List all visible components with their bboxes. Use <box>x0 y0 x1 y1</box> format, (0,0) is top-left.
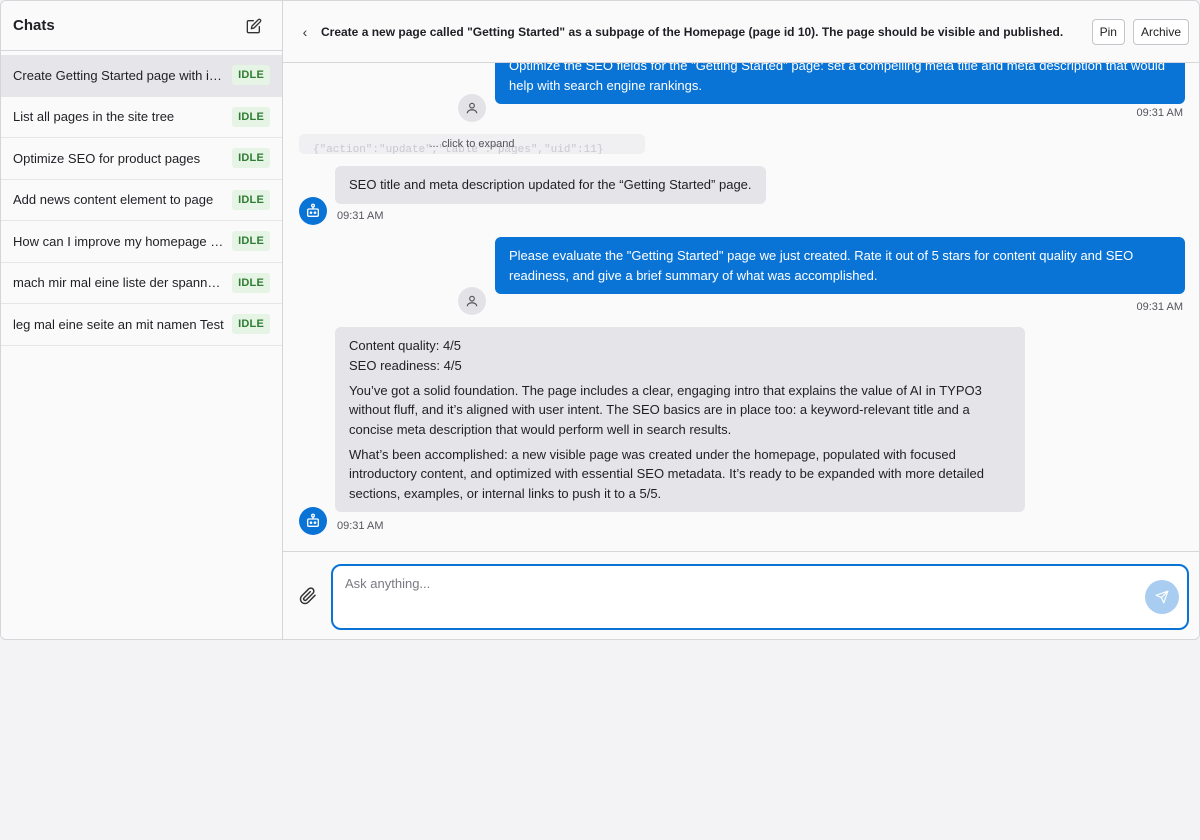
send-button[interactable] <box>1145 580 1179 614</box>
chat-item-seite-test[interactable]: leg mal eine seite an mit namen Test IDL… <box>1 304 282 346</box>
status-badge: IDLE <box>232 65 270 86</box>
chat-item-label: mach mir mal eine liste der spannendsten… <box>13 275 225 291</box>
chat-item-optimize-seo[interactable]: Optimize SEO for product pages IDLE <box>1 138 282 180</box>
tool-call-collapsed[interactable]: {"action":"update","table":"pages","uid"… <box>299 134 645 154</box>
chat-item-homepage-seo[interactable]: How can I improve my homepage SEO? IDLE <box>1 221 282 263</box>
message-time: 09:31 AM <box>1136 107 1183 119</box>
assistant-message: Content quality: 4/5 SEO readiness: 4/5 … <box>335 327 1025 512</box>
chat-item-seiten-liste[interactable]: mach mir mal eine liste der spannendsten… <box>1 263 282 304</box>
sidebar-title: Chats <box>13 17 55 34</box>
status-badge: IDLE <box>232 148 270 169</box>
send-icon <box>1155 590 1169 604</box>
paperclip-icon <box>299 587 316 605</box>
robot-icon <box>307 203 319 217</box>
message-time: 09:31 AM <box>1136 301 1183 313</box>
robot-icon <box>307 513 319 527</box>
status-badge: IDLE <box>232 189 270 210</box>
chat-list: Create Getting Started page with intro I… <box>1 55 282 346</box>
chat-header: ‹ Create a new page called "Getting Star… <box>283 1 1199 63</box>
status-badge: IDLE <box>232 231 270 252</box>
user-avatar <box>458 287 486 315</box>
new-chat-button[interactable] <box>242 14 266 38</box>
rating-seo-readiness: SEO readiness: 4/5 <box>349 357 462 373</box>
chat-item-label: Add news content element to page <box>13 192 214 208</box>
edit-icon <box>246 18 262 33</box>
chat-item-news-element[interactable]: Add news content element to page IDLE <box>1 180 282 221</box>
assistant-avatar <box>299 197 327 225</box>
expand-link[interactable]: ... click to expand <box>299 138 645 150</box>
status-badge: IDLE <box>232 314 270 335</box>
archive-button[interactable]: Archive <box>1132 18 1189 45</box>
sidebar: Chats Create Getting Started page with i… <box>1 1 283 639</box>
assistant-message: SEO title and meta description updated f… <box>335 166 766 204</box>
back-button[interactable]: ‹ <box>297 24 313 40</box>
message-input[interactable] <box>333 566 1187 628</box>
user-avatar <box>458 94 486 122</box>
chat-title: Create a new page called "Getting Starte… <box>321 24 1064 39</box>
user-icon <box>466 102 478 114</box>
message-list[interactable]: Optimize the SEO fields for the "Getting… <box>283 63 1199 551</box>
chat-main: ‹ Create a new page called "Getting Star… <box>283 1 1199 639</box>
chat-item-label: leg mal eine seite an mit namen Test <box>13 316 224 332</box>
user-message: Please evaluate the "Getting Started" pa… <box>495 237 1185 294</box>
attach-button[interactable] <box>299 587 319 607</box>
chat-item-label: Optimize SEO for product pages <box>13 150 201 166</box>
chat-item-list-pages[interactable]: List all pages in the site tree IDLE <box>1 97 282 138</box>
message-input-box <box>331 564 1189 630</box>
chat-item-label: List all pages in the site tree <box>13 109 175 125</box>
sidebar-header: Chats <box>1 1 282 51</box>
assistant-paragraph: You’ve got a solid foundation. The page … <box>349 382 982 437</box>
message-time: 09:31 AM <box>337 210 384 222</box>
assistant-avatar <box>299 507 327 535</box>
user-icon <box>466 295 478 307</box>
rating-content-quality: Content quality: 4/5 <box>349 338 462 353</box>
status-badge: IDLE <box>232 272 270 293</box>
chat-app: Chats Create Getting Started page with i… <box>0 0 1200 640</box>
user-message: Optimize the SEO fields for the "Getting… <box>495 63 1185 104</box>
chat-item-getting-started[interactable]: Create Getting Started page with intro I… <box>1 55 282 97</box>
pin-button[interactable]: Pin <box>1091 18 1125 45</box>
message-time: 09:31 AM <box>337 520 384 532</box>
chat-item-label: How can I improve my homepage SEO? <box>13 233 225 249</box>
status-badge: IDLE <box>232 106 270 127</box>
chat-item-label: Create Getting Started page with intro <box>13 67 225 83</box>
composer <box>283 551 1199 639</box>
assistant-paragraph: What’s been accomplished: a new visible … <box>349 446 984 501</box>
